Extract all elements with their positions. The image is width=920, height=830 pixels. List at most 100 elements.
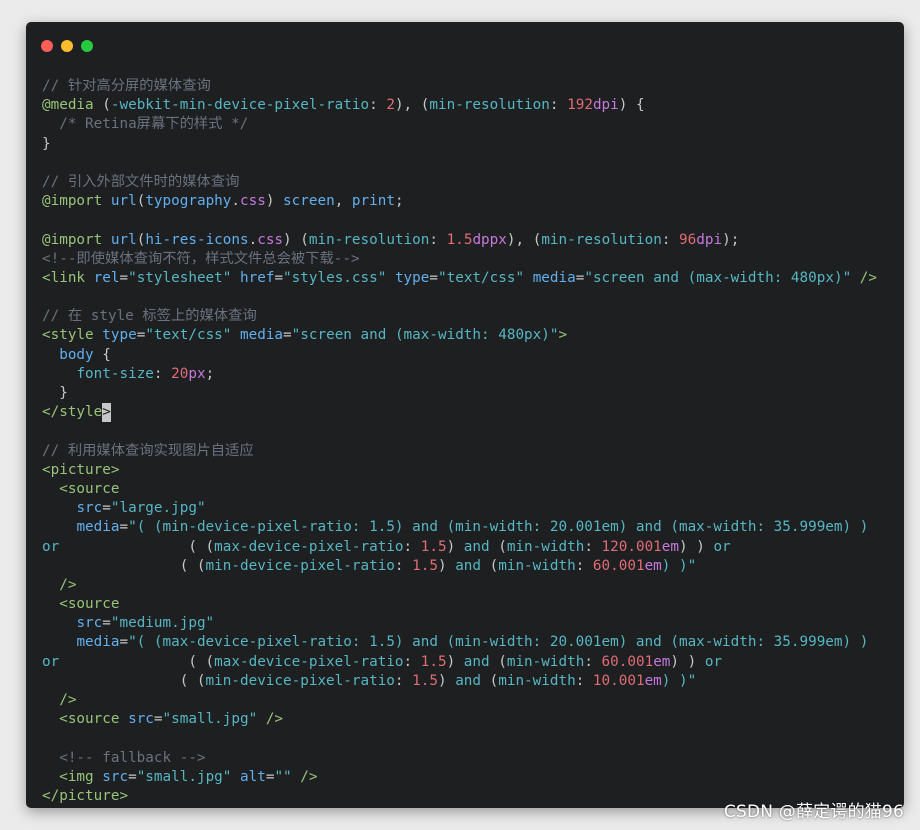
code-token: =: [119, 634, 129, 651]
code-token: "large.jpg": [110, 500, 206, 517]
code-token: ( (: [42, 672, 206, 689]
code-line: // 在 style 标签上的媒体查询: [42, 307, 900, 326]
code-token: =: [274, 269, 284, 286]
code-token: media: [240, 327, 284, 344]
code-token: // 利用媒体查询实现图片自适应: [42, 442, 254, 459]
code-token: css: [257, 231, 284, 248]
code-token: =: [153, 711, 163, 728]
code-token: =: [429, 269, 438, 286]
code-token: (: [489, 538, 507, 555]
code-token: ): [446, 653, 464, 670]
code-window: // 针对高分屏的媒体查询 @media (-webkit-min-device-…: [26, 22, 904, 808]
code-token: 1.5: [420, 538, 447, 555]
code-token: src: [76, 500, 103, 517]
code-line: media="( (min-device-pixel-ratio: 1.5) a…: [42, 518, 900, 537]
code-token: :: [575, 557, 593, 574]
code-token: -webkit-min-device-pixel-ratio: [110, 97, 370, 114]
code-token: ) )": [661, 672, 697, 689]
code-token: and: [455, 672, 482, 689]
code-token: =: [102, 615, 111, 632]
code-token: or: [42, 538, 60, 555]
code-token: // 引入外部文件时的媒体查询: [42, 173, 240, 190]
maximize-window-icon[interactable]: [81, 40, 93, 52]
code-token: :: [153, 365, 172, 382]
code-token: rel: [93, 269, 120, 286]
code-token: min-resolution: [429, 97, 550, 114]
code-line: <source src="small.jpg" />: [42, 710, 900, 729]
code-line: ( (min-device-pixel-ratio: 1.5) and (min…: [42, 672, 900, 691]
code-token: hi-res-icons: [145, 231, 249, 248]
code-token: "stylesheet": [128, 269, 232, 286]
code-token: :: [403, 538, 421, 555]
close-window-icon[interactable]: [41, 40, 53, 52]
code-token: min-resolution: [308, 231, 430, 248]
code-token: <source: [59, 480, 120, 497]
code-token: <link: [42, 269, 86, 286]
code-token: }: [42, 385, 68, 401]
code-token: type: [394, 269, 430, 286]
code-token: media: [76, 519, 120, 536]
code-token: ) {: [618, 97, 645, 114]
code-block[interactable]: // 针对高分屏的媒体查询 @media (-webkit-min-device-…: [42, 77, 900, 806]
code-token: 1.5: [412, 672, 438, 689]
code-token: media: [76, 634, 120, 651]
code-token: dpi: [592, 97, 619, 114]
code-line: }: [42, 135, 900, 154]
code-token: 1.5: [420, 653, 447, 670]
code-token: =: [119, 269, 129, 286]
screenshot-stage: // 针对高分屏的媒体查询 @media (-webkit-min-device-…: [0, 0, 920, 830]
code-token: 60.001: [592, 557, 645, 574]
code-token: <picture>: [42, 461, 120, 478]
code-token: "text/css": [438, 269, 525, 286]
code-token: max-device-pixel-ratio: [214, 538, 404, 555]
code-token: "medium.jpg": [110, 615, 215, 632]
code-token: "": [274, 768, 292, 785]
code-token: 192: [567, 97, 593, 114]
code-line: or ( (max-device-pixel-ratio: 1.5) and (…: [42, 653, 900, 672]
code-token: min-width: [498, 557, 576, 574]
code-token: em: [644, 557, 662, 574]
code-token: />: [300, 768, 318, 785]
code-token: @media: [42, 97, 94, 114]
code-token: :: [369, 97, 387, 114]
minimize-window-icon[interactable]: [61, 40, 73, 52]
code-token: or: [713, 538, 731, 555]
code-token: :: [403, 653, 421, 670]
code-line: <!--即使媒体查询不符，样式文件总会被下载-->: [42, 250, 900, 269]
code-token: "screen and (max-width: 480px)": [291, 327, 559, 344]
code-token: />: [265, 711, 284, 728]
code-token: ) (: [283, 231, 309, 248]
code-line: @import url(hi-res-icons.css) (min-resol…: [42, 231, 900, 250]
code-token: type: [102, 327, 137, 344]
code-token: />: [59, 692, 77, 708]
code-line: }: [42, 384, 900, 403]
code-token: url: [110, 231, 137, 248]
code-token: alt: [240, 768, 266, 785]
code-token: {: [93, 346, 111, 363]
code-token: 120.001: [601, 538, 662, 555]
code-token: :: [394, 672, 413, 689]
text-cursor: >: [102, 403, 111, 423]
code-token: and: [455, 557, 482, 574]
code-line: @import url(typography.css) screen, prin…: [42, 192, 900, 211]
code-line: <link rel="stylesheet" href="styles.css"…: [42, 269, 900, 288]
code-token: }: [42, 135, 51, 152]
code-token: "small.jpg": [162, 711, 258, 728]
code-token: px: [188, 365, 206, 382]
code-token: =: [119, 519, 129, 536]
